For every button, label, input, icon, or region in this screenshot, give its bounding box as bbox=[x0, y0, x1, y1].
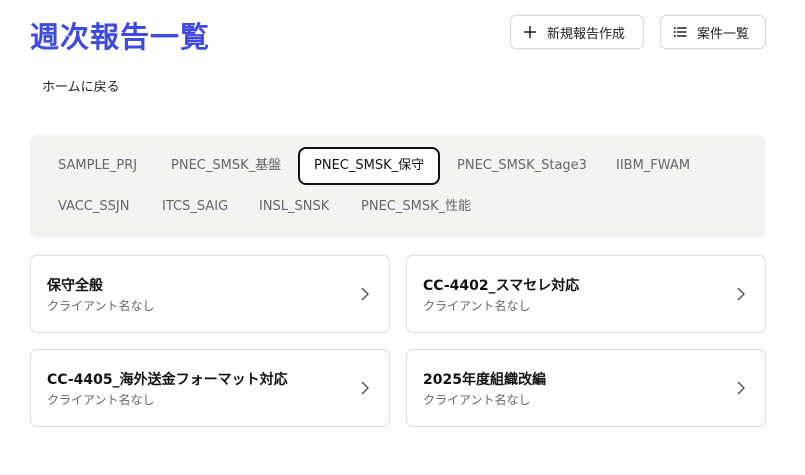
tab-sample-prj[interactable]: SAMPLE_PRJ bbox=[44, 147, 151, 185]
report-card-client: クライアント名なし bbox=[47, 299, 155, 313]
plus-icon bbox=[523, 25, 537, 39]
report-card-title: CC-4402_スマセレ対応 bbox=[423, 278, 580, 294]
report-card-client: クライアント名なし bbox=[423, 299, 531, 313]
project-tab-panel: SAMPLE_PRJ PNEC_SMSK_基盤 PNEC_SMSK_保守 PNE… bbox=[30, 135, 766, 238]
chevron-right-icon bbox=[361, 381, 369, 395]
new-report-button[interactable]: 新規報告作成 bbox=[510, 15, 644, 49]
report-card[interactable]: 2025年度組織改編 クライアント名なし bbox=[406, 349, 766, 427]
chevron-right-icon bbox=[737, 287, 745, 301]
report-card-client: クライアント名なし bbox=[423, 393, 531, 407]
list-icon bbox=[673, 25, 687, 39]
new-report-label: 新規報告作成 bbox=[547, 26, 626, 42]
report-card-title: 保守全般 bbox=[47, 278, 103, 294]
project-list-label: 案件一覧 bbox=[697, 26, 750, 42]
report-card[interactable]: 保守全般 クライアント名なし bbox=[30, 255, 390, 333]
report-card[interactable]: CC-4402_スマセレ対応 クライアント名なし bbox=[406, 255, 766, 333]
project-list-button[interactable]: 案件一覧 bbox=[660, 15, 766, 49]
home-link[interactable]: ホームに戻る bbox=[42, 76, 120, 95]
report-card-client: クライアント名なし bbox=[47, 393, 155, 407]
tab-insl-snsk[interactable]: INSL_SNSK bbox=[245, 188, 343, 226]
tab-pnec-smsk-stage3[interactable]: PNEC_SMSK_Stage3 bbox=[443, 147, 601, 185]
tab-pnec-smsk-seino[interactable]: PNEC_SMSK_性能 bbox=[347, 188, 485, 226]
tab-iibm-fwam[interactable]: IIBM_FWAM bbox=[602, 147, 704, 185]
report-card-title: 2025年度組織改編 bbox=[423, 372, 546, 388]
report-card[interactable]: CC-4405_海外送金フォーマット対応 クライアント名なし bbox=[30, 349, 390, 427]
page-title: 週次報告一覧 bbox=[30, 20, 211, 54]
tab-itcs-saig[interactable]: ITCS_SAIG bbox=[148, 188, 242, 226]
chevron-right-icon bbox=[737, 381, 745, 395]
tab-pnec-smsk-hoshu[interactable]: PNEC_SMSK_保守 bbox=[298, 147, 441, 185]
tab-pnec-smsk-kiban[interactable]: PNEC_SMSK_基盤 bbox=[157, 147, 295, 185]
chevron-right-icon bbox=[361, 287, 369, 301]
report-card-title: CC-4405_海外送金フォーマット対応 bbox=[47, 372, 288, 388]
tab-vacc-ssjn[interactable]: VACC_SSJN bbox=[44, 188, 143, 226]
